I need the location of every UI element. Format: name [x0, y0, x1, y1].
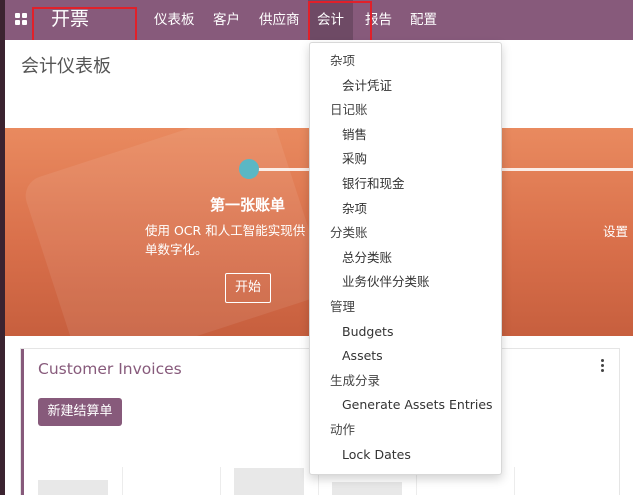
menu-item[interactable]: 采购	[310, 150, 367, 168]
menu-item[interactable]: Lock Dates	[310, 446, 411, 464]
graph-placeholder-bar	[234, 468, 304, 495]
app-brand[interactable]: 开票	[51, 6, 89, 32]
menu-item[interactable]: 会计凭证	[310, 77, 392, 95]
menu-item[interactable]: Budgets	[310, 323, 393, 341]
nav-customers[interactable]: 客户	[213, 0, 240, 40]
page-title: 会计仪表板	[21, 56, 111, 77]
accounting-dropdown-menu: 杂项 会计凭证 日记账 销售 采购 银行和现金 杂项 分类账 总分类账 业务伙伴分类账 管理 Budg…	[309, 42, 502, 475]
nav-reporting[interactable]: 报告	[365, 0, 392, 40]
new-invoice-button[interactable]: 新建结算单	[38, 398, 122, 426]
start-button[interactable]: 开始	[225, 273, 271, 303]
nav-accounting[interactable]: 会计	[308, 0, 353, 40]
graph-placeholder-bar	[38, 480, 108, 495]
graph-placeholder-bar	[332, 482, 402, 495]
nav-vendors[interactable]: 供应商	[259, 0, 300, 40]
top-navbar: 开票 仪表板 客户 供应商 会计 报告 配置	[5, 0, 633, 40]
kebab-menu-icon[interactable]	[601, 359, 605, 374]
menu-item[interactable]: 销售	[310, 126, 367, 144]
apps-grid-icon[interactable]	[15, 13, 28, 26]
menu-item[interactable]: 业务伙伴分类账	[310, 273, 430, 291]
onboarding-step-dot	[239, 159, 259, 179]
menu-section-header: 管理	[330, 299, 356, 314]
menu-section-header: 分类账	[330, 225, 368, 241]
menu-section-header: 动作	[330, 422, 356, 437]
menu-section-header: 生成分录	[330, 372, 381, 388]
step-title: 第一张账单	[210, 196, 286, 214]
graph-gridline	[220, 467, 221, 495]
menu-item[interactable]: Generate Assets Entries	[310, 396, 493, 414]
step-description: 使用 OCR 和人工智能实现供单数字化。	[145, 223, 306, 257]
graph-gridline	[514, 467, 515, 495]
card-title[interactable]: Customer Invoices	[38, 360, 182, 378]
menu-item[interactable]: 总分类账	[310, 249, 392, 267]
graph-gridline	[122, 467, 123, 495]
menu-item[interactable]: 杂项	[310, 200, 367, 218]
menu-section-header: 日记账	[330, 102, 368, 118]
nav-dashboard[interactable]: 仪表板	[154, 0, 195, 40]
menu-item[interactable]: 银行和现金	[310, 175, 405, 193]
menu-section-header: 杂项	[330, 53, 356, 68]
next-step-label: 设置	[603, 224, 629, 239]
nav-configuration[interactable]: 配置	[410, 0, 437, 40]
menu-item[interactable]: Assets	[310, 347, 383, 365]
